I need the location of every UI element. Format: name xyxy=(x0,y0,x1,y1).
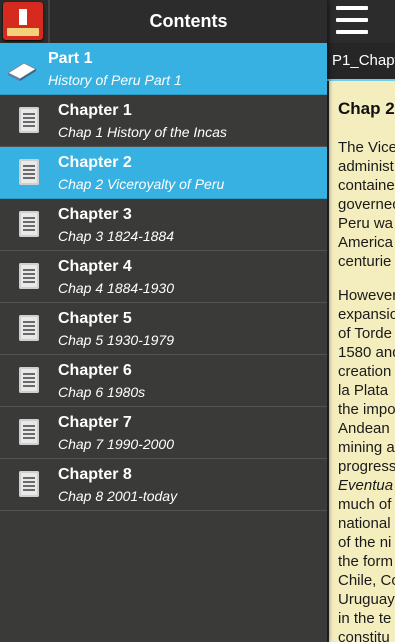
part-item-1[interactable]: Part 1 History of Peru Part 1 xyxy=(0,43,327,95)
reader-line: Uruguay xyxy=(338,591,395,608)
part-subtitle: History of Peru Part 1 xyxy=(48,72,182,88)
document-icon xyxy=(19,159,39,185)
chapter-item-6[interactable]: Chapter 6 Chap 6 1980s xyxy=(0,355,327,407)
reader-line: constitu xyxy=(338,629,390,642)
reader-line: of Torde xyxy=(338,325,392,342)
chapter-item-8[interactable]: Chapter 8 Chap 8 2001-today xyxy=(0,459,327,511)
chapter-item-7[interactable]: Chapter 7 Chap 7 1990-2000 xyxy=(0,407,327,459)
chapter-title: Chapter 3 xyxy=(58,206,132,223)
document-icon xyxy=(19,367,39,393)
chapter-title: Chapter 7 xyxy=(58,414,132,431)
reader-line: Andean xyxy=(338,420,390,437)
reader-pane: P1_Chapt Chap 2 The Vice administ containe… xyxy=(327,0,395,642)
reader-line: Eventua xyxy=(338,477,394,494)
reader-tab[interactable]: P1_Chapt xyxy=(332,52,395,69)
document-icon xyxy=(19,107,39,133)
reader-line: mining a xyxy=(338,439,395,456)
reader-line: creation xyxy=(338,363,392,380)
reader-action-bar xyxy=(327,0,395,43)
reader-line: 1580 and xyxy=(338,344,395,361)
reader-line: of the ni xyxy=(338,534,392,551)
reader-line: centurie xyxy=(338,253,392,270)
part-title: Part 1 xyxy=(48,50,93,67)
reader-tab-bar: P1_Chapt xyxy=(327,43,395,81)
drawer-title: Contents xyxy=(149,11,228,31)
chapter-subtitle: Chap 3 1824-1884 xyxy=(58,228,174,244)
reader-title: Chap 2 xyxy=(338,99,395,118)
reader-line: America xyxy=(338,234,394,251)
chapter-subtitle: Chap 6 1980s xyxy=(58,384,146,400)
reader-line: la Plata xyxy=(338,382,389,399)
reader-line: Chile, Co xyxy=(338,572,395,589)
reader-line: Peru wa xyxy=(338,215,394,232)
navigation-drawer: Contents Part 1 History of Peru Part 1 C… xyxy=(0,0,327,642)
chapter-subtitle: Chap 4 1884-1930 xyxy=(58,280,174,296)
reader-line: the form xyxy=(338,553,394,570)
chapter-title: Chapter 4 xyxy=(58,258,132,275)
document-icon xyxy=(19,263,39,289)
chapter-subtitle: Chap 1 History of the Incas xyxy=(58,124,227,140)
reader-line: in the te xyxy=(338,610,392,627)
document-icon xyxy=(19,419,39,445)
chapter-title: Chapter 1 xyxy=(58,102,132,119)
reader-line: The Vice xyxy=(338,139,395,156)
reader-line: expansio xyxy=(338,306,395,323)
chapter-title: Chapter 8 xyxy=(58,466,132,483)
chapter-item-1[interactable]: Chapter 1 Chap 1 History of the Incas xyxy=(0,95,327,147)
reader-line: However xyxy=(338,287,395,304)
drawer-header: Contents xyxy=(0,0,327,43)
chapter-item-3[interactable]: Chapter 3 Chap 3 1824-1884 xyxy=(0,199,327,251)
chapter-title: Chapter 2 xyxy=(58,154,132,171)
chapter-title: Chapter 5 xyxy=(58,310,132,327)
flag-icon xyxy=(12,9,34,25)
document-icon xyxy=(19,211,39,237)
reader-line: progress xyxy=(338,458,395,475)
chapter-item-5[interactable]: Chapter 5 Chap 5 1930-1979 xyxy=(0,303,327,355)
reader-line: containe xyxy=(338,177,395,194)
reader-line: national xyxy=(338,515,391,532)
book-icon xyxy=(6,62,38,81)
chapter-item-2[interactable]: Chapter 2 Chap 2 Viceroyalty of Peru xyxy=(0,147,327,199)
chapter-subtitle: Chap 2 Viceroyalty of Peru xyxy=(58,176,225,192)
reader-line: governec xyxy=(338,196,395,213)
chapter-item-4[interactable]: Chapter 4 Chap 4 1884-1930 xyxy=(0,251,327,303)
chapter-subtitle: Chap 5 1930-1979 xyxy=(58,332,174,348)
document-icon xyxy=(19,471,39,497)
document-icon xyxy=(19,315,39,341)
reader-content[interactable]: Chap 2 The Vice administ containe governec P… xyxy=(327,81,395,642)
chapter-subtitle: Chap 8 2001-today xyxy=(58,488,178,504)
chapter-title: Chapter 6 xyxy=(58,362,132,379)
reader-line: the impo xyxy=(338,401,395,418)
reader-line: much of xyxy=(338,496,392,513)
app-icon[interactable] xyxy=(3,2,43,40)
reader-line: administ xyxy=(338,158,394,175)
menu-icon[interactable] xyxy=(336,6,368,36)
chapter-subtitle: Chap 7 1990-2000 xyxy=(58,436,174,452)
